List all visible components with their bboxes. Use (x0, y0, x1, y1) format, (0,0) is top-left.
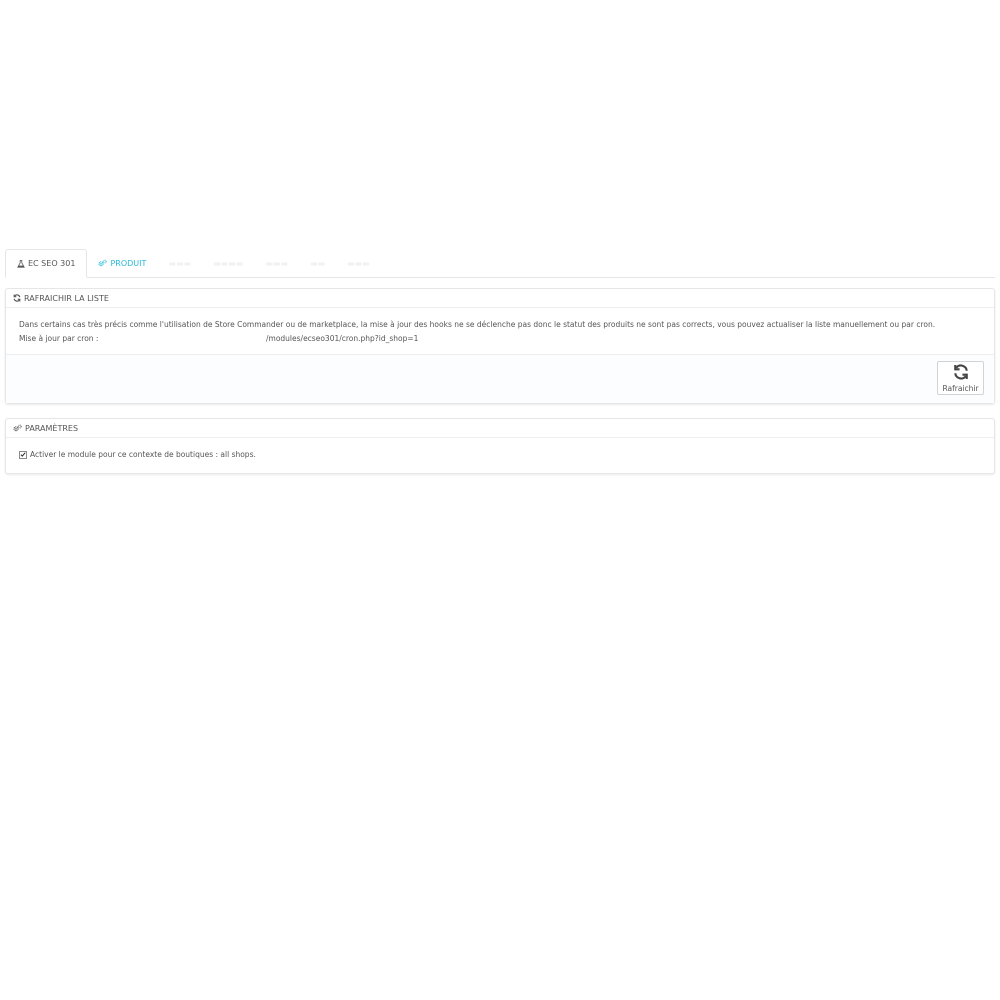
cogs-icon (13, 424, 22, 432)
tab-hidden-5[interactable]: ▬▬▬ (336, 249, 381, 277)
refresh-panel-footer: Rafraichir (6, 354, 994, 403)
refresh-button[interactable]: Rafraichir (937, 361, 984, 395)
tab-hidden-3[interactable]: ▬▬▬ (254, 249, 299, 277)
tab-label: EC SEO 301 (28, 259, 76, 268)
cogs-icon (98, 259, 108, 267)
tab-produit[interactable]: PRODUIT (87, 249, 157, 277)
refresh-icon (13, 294, 21, 302)
refresh-button-label: Rafraichir (942, 383, 979, 393)
activate-module-label: Activer le module pour ce contexte de bo… (30, 450, 256, 459)
tab-hidden-1[interactable]: ▬▬▬ (157, 249, 202, 277)
cron-line: Mise à jour par cron : /modules/ecseo301… (19, 332, 981, 346)
settings-panel: PARAMÈTRES Activer le module pour ce con… (5, 418, 995, 474)
page: EC SEO 301 PRODUIT ▬▬▬ ▬▬▬▬ ▬▬▬ ▬▬ ▬▬▬ R… (0, 0, 1000, 1000)
refresh-icon (953, 364, 969, 382)
refresh-panel-body: Dans certains cas très précis comme l'ut… (6, 308, 994, 354)
tab-ec-seo-301[interactable]: EC SEO 301 (5, 249, 88, 278)
refresh-panel-heading: RAFRAICHIR LA LISTE (6, 289, 994, 308)
settings-panel-heading: PARAMÈTRES (6, 419, 994, 438)
tab-hidden-4[interactable]: ▬▬ (299, 249, 336, 277)
tab-label: PRODUIT (110, 258, 147, 268)
tab-bar: EC SEO 301 PRODUIT ▬▬▬ ▬▬▬▬ ▬▬▬ ▬▬ ▬▬▬ (5, 249, 995, 278)
refresh-list-panel: RAFRAICHIR LA LISTE Dans certains cas tr… (5, 288, 995, 404)
settings-panel-title: PARAMÈTRES (25, 423, 79, 433)
refresh-description: Dans certains cas très précis comme l'ut… (19, 320, 936, 329)
flask-icon (17, 259, 25, 268)
activate-module-checkbox[interactable] (19, 450, 27, 459)
activate-module-row[interactable]: Activer le module pour ce contexte de bo… (6, 438, 994, 473)
module-config: EC SEO 301 PRODUIT ▬▬▬ ▬▬▬▬ ▬▬▬ ▬▬ ▬▬▬ R… (5, 249, 995, 474)
tab-hidden-2[interactable]: ▬▬▬▬ (202, 249, 254, 277)
cron-label: Mise à jour par cron : (19, 334, 99, 343)
cron-url: /modules/ecseo301/cron.php?id_shop=1 (266, 334, 419, 343)
refresh-panel-title: RAFRAICHIR LA LISTE (24, 293, 109, 303)
